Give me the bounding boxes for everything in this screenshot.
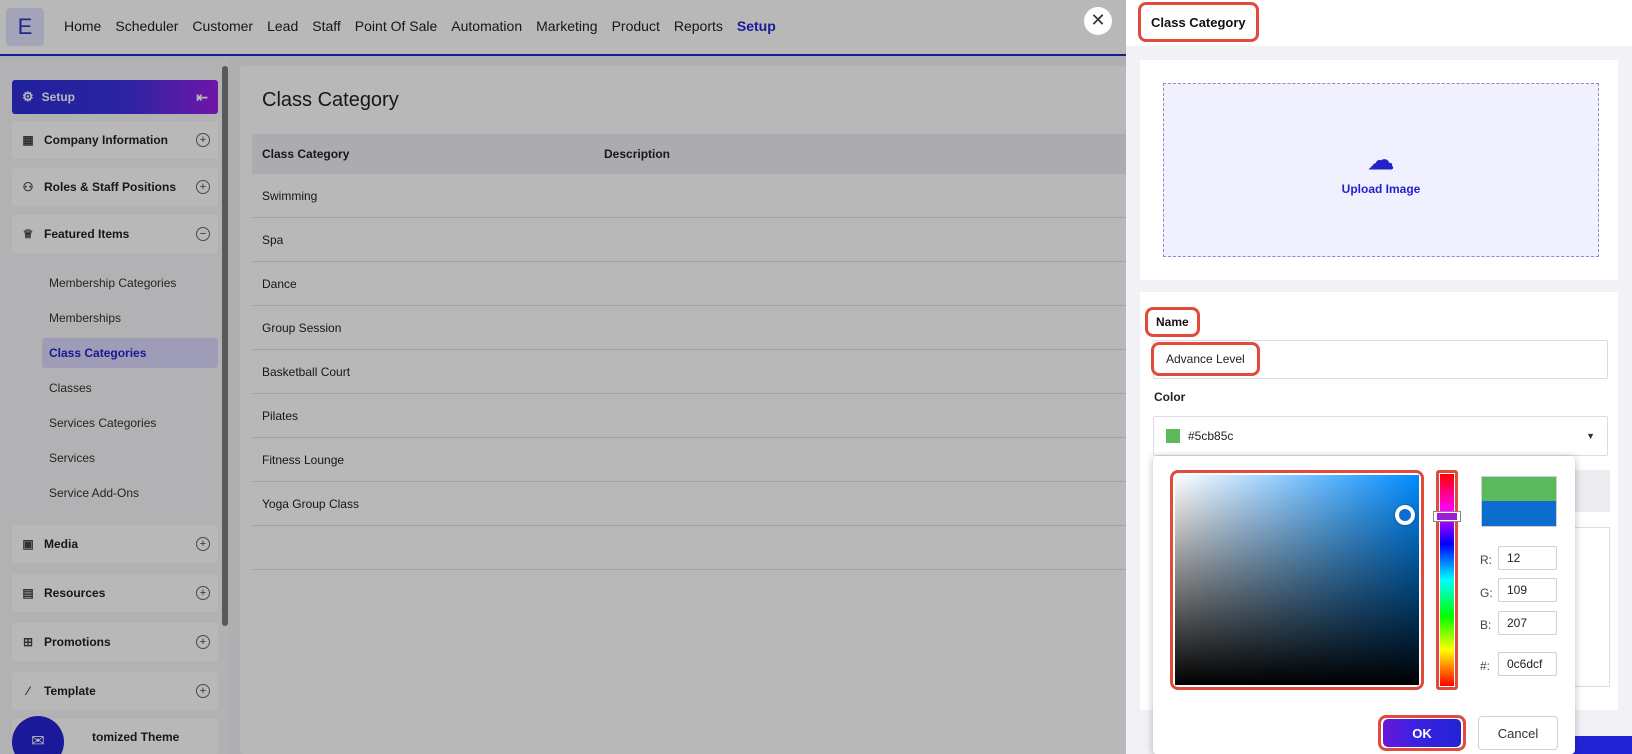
green-label: G: [1480,586,1493,600]
saturation-value-handle[interactable] [1395,505,1415,525]
hex-input[interactable]: 0c6dcf [1498,652,1557,676]
color-label: Color [1154,390,1186,404]
cancel-button[interactable]: Cancel [1478,716,1558,750]
previous-color-preview[interactable] [1481,476,1557,501]
close-drawer-button[interactable]: ✕ [1084,7,1112,35]
drawer-title: Class Category [1138,2,1259,42]
name-label: Name [1145,307,1200,337]
blue-input[interactable]: 207 [1498,611,1557,635]
hex-label: #: [1480,659,1491,673]
hue-slider-handle-fill [1437,513,1457,520]
red-input[interactable]: 12 [1498,546,1557,570]
green-input[interactable]: 109 [1498,578,1557,602]
name-input-value[interactable]: Advance Level [1151,342,1260,376]
blue-label: B: [1480,618,1492,632]
chevron-down-icon: ▼ [1586,431,1595,441]
color-select[interactable]: #5cb85c ▼ [1153,416,1608,456]
color-select-value: #5cb85c [1188,429,1234,443]
modal-overlay[interactable] [0,0,1126,754]
upload-image-label: Upload Image [1341,181,1421,196]
red-label: R: [1480,553,1492,567]
upload-image-dropzone[interactable]: ☁ Upload Image [1163,83,1599,257]
hue-slider-highlight [1436,470,1458,690]
saturation-value-highlight [1170,470,1424,690]
current-color-preview [1481,501,1557,527]
color-swatch [1166,429,1180,443]
ok-button[interactable]: OK [1383,719,1461,747]
cloud-upload-icon: ☁ [1368,144,1394,175]
